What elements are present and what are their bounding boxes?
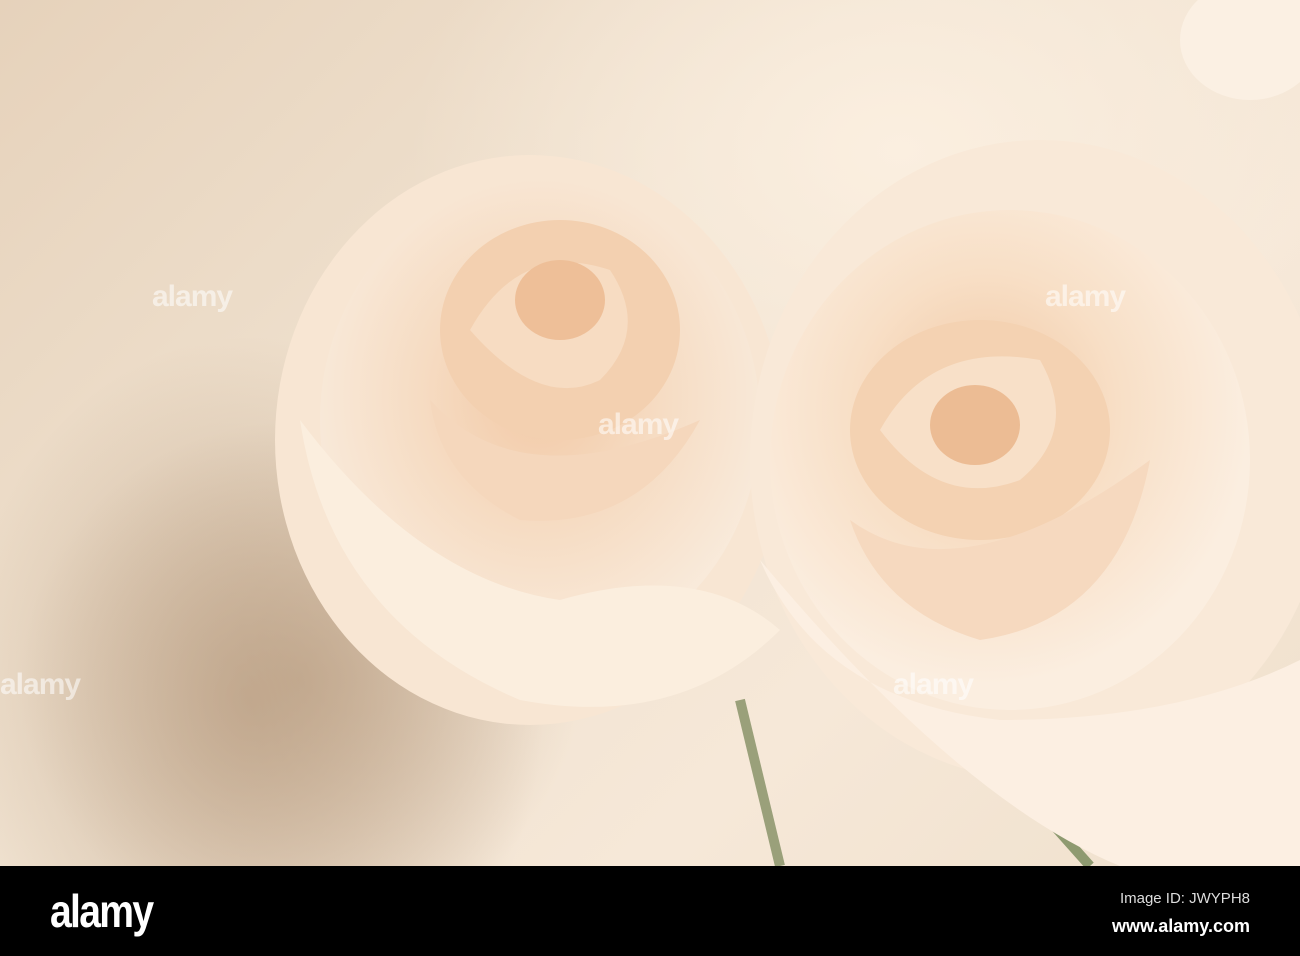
- left-rose: [275, 155, 785, 725]
- website-link[interactable]: www.alamy.com: [1112, 916, 1250, 937]
- watermark: alamy: [152, 280, 233, 313]
- watermark: alamy: [598, 408, 679, 441]
- stem: [735, 698, 785, 866]
- image-id: Image ID: JWYPH8: [1119, 890, 1250, 907]
- watermark: alamy: [0, 668, 81, 701]
- alamy-logo: alamy: [50, 885, 154, 937]
- watermark: alamy: [893, 668, 974, 701]
- footer-bar: alamy Image ID: JWYPH8 www.alamy.com: [0, 866, 1300, 956]
- watermark: alamy: [1045, 280, 1126, 313]
- right-rose: [750, 0, 1300, 866]
- rose-photo: alamy alamy alamy alamy alamy: [0, 0, 1300, 866]
